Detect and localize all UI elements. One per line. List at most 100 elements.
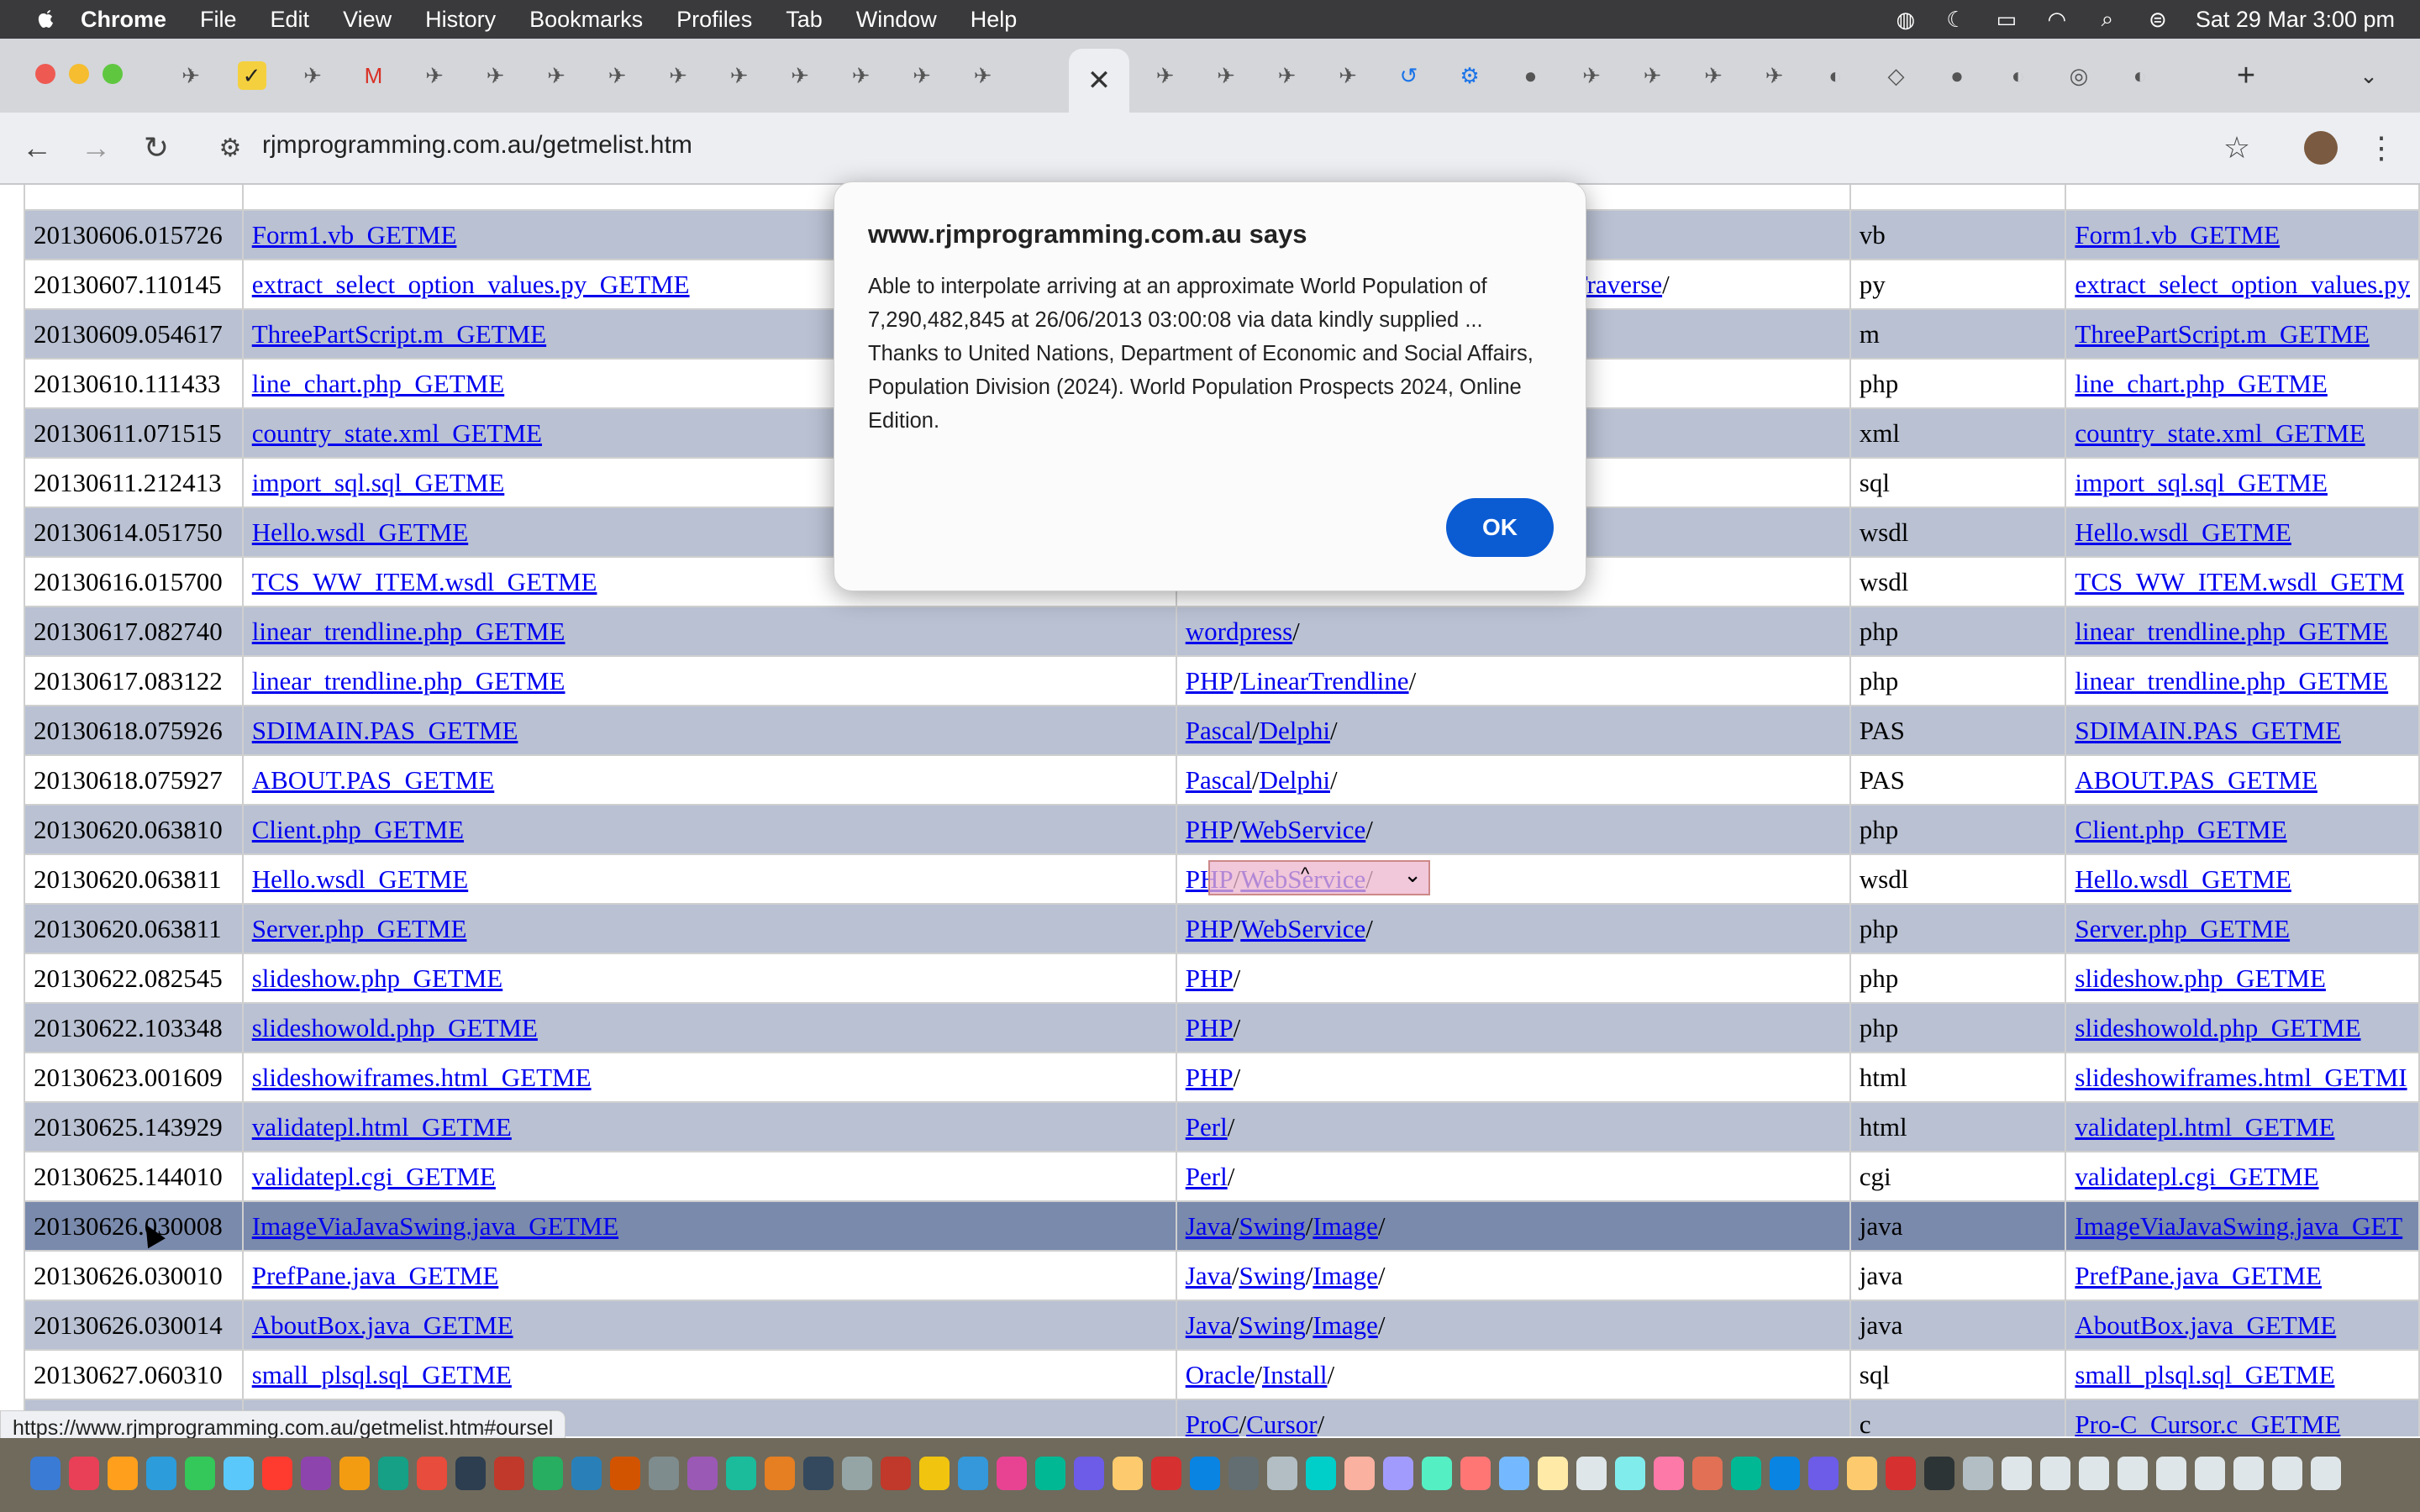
getme-link[interactable]: slideshowold.php_GETME <box>2075 1013 2360 1042</box>
file-link[interactable]: Hello.wsdl_GETME <box>252 864 468 894</box>
dock-app-icon[interactable] <box>687 1457 718 1490</box>
dock-app-icon[interactable] <box>1615 1457 1645 1490</box>
menu-profiles[interactable]: Profiles <box>676 7 752 33</box>
browser-tab[interactable]: ◇ <box>1869 50 1924 101</box>
path-link[interactable]: Swing <box>1239 1211 1305 1241</box>
browser-tab[interactable]: ✈ <box>1686 50 1741 101</box>
apple-logo-icon[interactable] <box>34 7 59 32</box>
dock-app-icon[interactable] <box>185 1457 215 1490</box>
browser-tab[interactable]: ✈ <box>772 50 828 101</box>
getme-link[interactable]: Hello.wsdl_GETME <box>2075 864 2291 894</box>
dock-app-icon[interactable] <box>1692 1457 1723 1490</box>
getme-link[interactable]: Form1.vb_GETME <box>2075 220 2280 249</box>
dock-app-icon[interactable] <box>30 1457 60 1490</box>
getme-link[interactable]: PrefPane.java_GETME <box>2075 1261 2322 1290</box>
getme-link[interactable]: AboutBox.java_GETME <box>2075 1310 2336 1340</box>
path-link[interactable]: ProC <box>1186 1410 1239 1437</box>
browser-tab[interactable]: ● <box>1503 50 1559 101</box>
dock-app-icon[interactable] <box>1576 1457 1607 1490</box>
browser-tab[interactable]: M <box>346 50 402 101</box>
path-link[interactable]: Image <box>1313 1310 1377 1340</box>
browser-tab[interactable]: ✈ <box>1138 50 1193 101</box>
dock-app-icon[interactable] <box>842 1457 872 1490</box>
menu-help[interactable]: Help <box>971 7 1018 33</box>
file-link[interactable]: country_state.xml_GETME <box>252 418 542 448</box>
new-tab-button[interactable]: + <box>2218 50 2274 101</box>
dock-app-icon[interactable] <box>1886 1457 1916 1490</box>
menu-view[interactable]: View <box>343 7 392 33</box>
getme-link[interactable]: small_plsql.sql_GETME <box>2075 1360 2334 1389</box>
dock-app-icon[interactable] <box>1731 1457 1761 1490</box>
file-link[interactable]: AboutBox.java_GETME <box>252 1310 513 1340</box>
getme-link[interactable]: validatepl.cgi_GETME <box>2075 1162 2318 1191</box>
dark-mode-icon[interactable]: ☾ <box>1944 7 1969 32</box>
file-link[interactable]: slideshowold.php_GETME <box>252 1013 538 1042</box>
browser-tab[interactable]: ◐ <box>1807 50 1863 101</box>
dock-app-icon[interactable] <box>2040 1457 2070 1490</box>
menu-tab[interactable]: Tab <box>786 7 823 33</box>
dock-app-icon[interactable] <box>919 1457 950 1490</box>
path-link[interactable]: Delphi <box>1260 716 1330 745</box>
path-link[interactable]: Pascal <box>1186 765 1252 795</box>
dock-app-icon[interactable] <box>649 1457 679 1490</box>
browser-tab[interactable]: ✈ <box>650 50 706 101</box>
path-link[interactable]: PHP <box>1186 963 1234 993</box>
path-link[interactable]: PHP <box>1186 666 1234 696</box>
menu-app-chrome[interactable]: Chrome <box>81 7 166 33</box>
browser-tab[interactable]: ⚙ <box>1442 50 1497 101</box>
dock-app-icon[interactable] <box>455 1457 486 1490</box>
browser-tab[interactable]: ✈ <box>712 50 767 101</box>
dock-app-icon[interactable] <box>997 1457 1027 1490</box>
path-link[interactable]: Delphi <box>1260 765 1330 795</box>
file-link[interactable]: Client.php_GETME <box>252 815 464 844</box>
browser-tab[interactable]: ✈ <box>1260 50 1315 101</box>
getme-link[interactable]: TCS_WW_ITEM.wsdl_GETM <box>2075 567 2404 596</box>
browser-tab[interactable]: ✈ <box>1564 50 1619 101</box>
getme-link[interactable]: ImageViaJavaSwing.java_GET <box>2075 1211 2402 1241</box>
browser-tab[interactable]: ✈ <box>1747 50 1802 101</box>
dock-app-icon[interactable] <box>1924 1457 1954 1490</box>
tab-search-button[interactable]: ⌄ <box>2341 50 2396 101</box>
dock-app-icon[interactable] <box>1847 1457 1877 1490</box>
getme-link[interactable]: linear_trendline.php_GETME <box>2075 666 2388 696</box>
file-link[interactable]: line_chart.php_GETME <box>252 369 504 398</box>
file-link[interactable]: linear_trendline.php_GETME <box>252 617 566 646</box>
getme-link[interactable]: Client.php_GETME <box>2075 815 2286 844</box>
menu-bookmarks[interactable]: Bookmarks <box>529 7 643 33</box>
dock-app-icon[interactable] <box>1151 1457 1181 1490</box>
language-icon[interactable]: ◍ <box>1893 7 1918 32</box>
dock-app-icon[interactable] <box>1035 1457 1065 1490</box>
browser-tab[interactable]: ✈ <box>834 50 889 101</box>
browser-tab[interactable]: ✈ <box>407 50 462 101</box>
file-link[interactable]: linear_trendline.php_GETME <box>252 666 566 696</box>
menu-history[interactable]: History <box>425 7 496 33</box>
path-link[interactable]: WebService <box>1240 914 1365 943</box>
browser-tab[interactable]: ✈ <box>285 50 340 101</box>
getme-link[interactable]: Pro-C_Cursor.c_GETME <box>2075 1410 2340 1437</box>
dock-app-icon[interactable] <box>1538 1457 1568 1490</box>
path-link[interactable]: PHP <box>1186 914 1234 943</box>
file-link[interactable]: import_sql.sql_GETME <box>252 468 505 497</box>
dock-app-icon[interactable] <box>1499 1457 1529 1490</box>
browser-tab[interactable]: ✈ <box>1198 50 1254 101</box>
dock-app-icon[interactable] <box>1113 1457 1143 1490</box>
dock-app-icon[interactable] <box>1422 1457 1452 1490</box>
dock-app-icon[interactable] <box>2079 1457 2109 1490</box>
file-link[interactable]: slideshowiframes.html_GETME <box>252 1063 592 1092</box>
dock-app-icon[interactable] <box>1267 1457 1297 1490</box>
browser-tab[interactable]: ✈ <box>590 50 645 101</box>
dock-app-icon[interactable] <box>262 1457 292 1490</box>
dock-app-icon[interactable] <box>1770 1457 1800 1490</box>
menu-edit[interactable]: Edit <box>271 7 310 33</box>
close-window-button[interactable] <box>35 64 55 84</box>
dock-app-icon[interactable] <box>1654 1457 1684 1490</box>
path-link[interactable]: PHP <box>1186 815 1234 844</box>
browser-tab[interactable]: ✈ <box>955 50 1011 101</box>
dock-app-icon[interactable] <box>881 1457 911 1490</box>
dock-app-icon[interactable] <box>726 1457 756 1490</box>
control-center-icon[interactable]: ⊜ <box>2145 7 2170 32</box>
dock-app-icon[interactable] <box>339 1457 370 1490</box>
file-link[interactable]: PrefPane.java_GETME <box>252 1261 499 1290</box>
dock-app-icon[interactable] <box>1460 1457 1491 1490</box>
getme-link[interactable]: Hello.wsdl_GETME <box>2075 517 2291 547</box>
